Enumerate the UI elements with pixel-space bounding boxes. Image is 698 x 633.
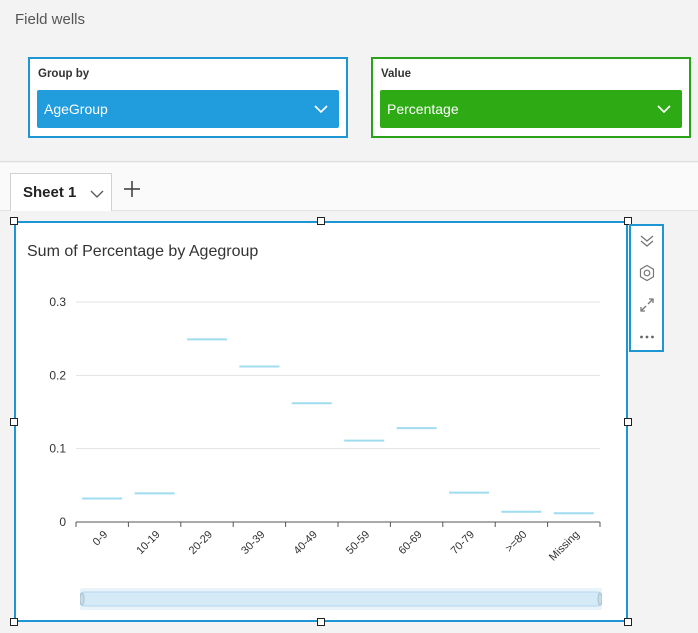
collapse-icon[interactable] — [631, 226, 662, 256]
plus-icon[interactable] — [120, 177, 144, 201]
group-by-field-name: AgeGroup — [44, 101, 108, 117]
group-by-well: Group by AgeGroup — [28, 57, 348, 138]
value-field-button[interactable]: Percentage — [380, 90, 682, 128]
x-tick-label: 0-9 — [91, 529, 111, 549]
tab-sheet-1[interactable]: Sheet 1 — [10, 173, 112, 211]
chart-plot: 0 0.1 0.2 0.3 0-9 10-19 20-29 30-39 40-49 50-59 60… — [49, 295, 601, 564]
expand-icon[interactable] — [631, 290, 662, 320]
bar-chart-visual[interactable]: Sum of Percentage by Agegroup 0 0.1 0.2 0.3… — [14, 221, 628, 622]
x-tick-label: 40-49 — [292, 529, 320, 557]
x-tick-label: 50-59 — [344, 529, 372, 557]
chevron-down-icon — [657, 105, 671, 114]
value-field-name: Percentage — [387, 101, 459, 117]
y-tick-label: 0.3 — [49, 295, 66, 309]
y-tick-label: 0.2 — [49, 368, 66, 382]
sheet-tab-bar: Sheet 1 — [0, 163, 698, 211]
y-tick-label: 0.1 — [49, 442, 66, 456]
group-by-field-button[interactable]: AgeGroup — [37, 90, 339, 128]
field-wells-panel: Field wells Group by AgeGroup Value Perc… — [0, 0, 698, 162]
more-icon[interactable] — [631, 322, 662, 352]
gear-icon[interactable] — [631, 258, 662, 288]
resize-handle-bottom[interactable] — [317, 618, 325, 626]
chevron-down-icon — [314, 105, 328, 114]
x-tick-label: 20-29 — [187, 529, 215, 557]
resize-handle-left[interactable] — [10, 418, 18, 426]
visual-menu — [629, 224, 664, 352]
field-wells-title: Field wells — [15, 11, 86, 28]
x-tick-label: >=80 — [503, 529, 529, 555]
group-by-label: Group by — [38, 68, 90, 80]
x-tick-label: 30-39 — [239, 529, 267, 557]
chart-scrollbar[interactable] — [80, 588, 602, 610]
x-tick-label: 10-19 — [134, 529, 162, 557]
resize-handle-top[interactable] — [317, 217, 325, 225]
resize-handle-bottom-left[interactable] — [10, 618, 18, 626]
resize-handle-top-left[interactable] — [10, 217, 18, 225]
y-tick-label: 0 — [59, 515, 66, 529]
x-tick-label: Missing — [547, 529, 582, 564]
sheet-tab-label: Sheet 1 — [23, 184, 77, 201]
x-tick-label: 70-79 — [449, 529, 477, 557]
resize-handle-bottom-right[interactable] — [624, 618, 632, 626]
value-label: Value — [381, 68, 412, 80]
x-tick-label: 60-69 — [396, 529, 424, 557]
value-well: Value Percentage — [371, 57, 691, 138]
chevron-down-icon[interactable] — [89, 186, 105, 202]
resize-handle-right[interactable] — [624, 418, 632, 426]
